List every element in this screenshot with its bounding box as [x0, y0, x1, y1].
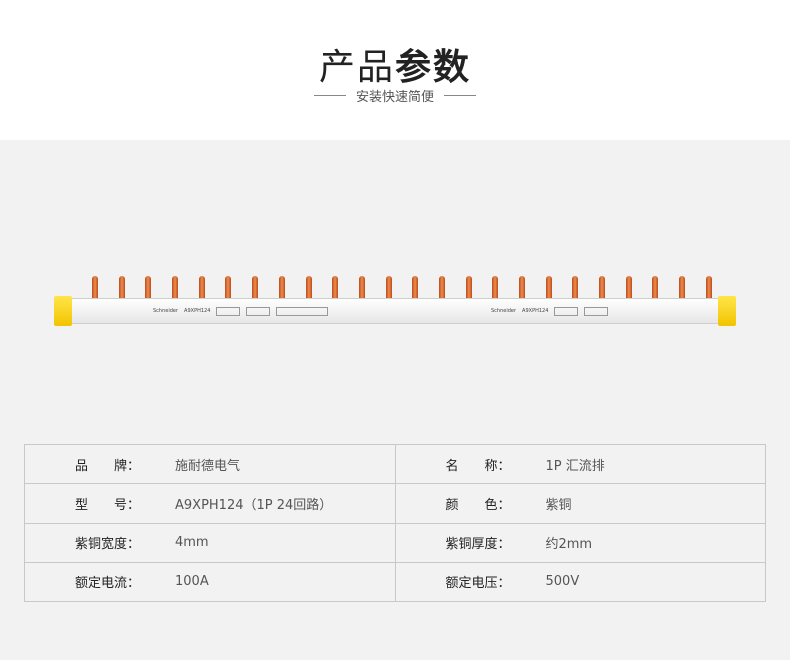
copper-pin [652, 276, 659, 300]
copper-pin [625, 276, 632, 300]
copper-pin [332, 276, 339, 300]
busbar-right-end-cap [718, 296, 736, 326]
copper-pin [545, 276, 552, 300]
busbar-print-box [246, 306, 271, 316]
copper-pin [172, 276, 179, 300]
busbar-print-group-2: Schneider A9XPH124 [491, 305, 609, 317]
busbar-insulation-bar: Schneider A9XPH124 Schneider A9XPH124 [60, 298, 730, 324]
busbar-model-print: A9XPH124 [522, 308, 549, 314]
busbar-left-end-cap [54, 296, 72, 326]
copper-pin [385, 276, 392, 300]
copper-pin [225, 276, 232, 300]
subtitle-right-rule [444, 95, 476, 96]
table-row: 型 号： A9XPH124（1P 24回路） 颜 色： 紫铜 [24, 483, 766, 524]
spec-label: 额定电流： [75, 576, 141, 592]
busbar-print-box [584, 306, 609, 316]
spec-label: 紫铜厚度： [445, 537, 511, 553]
spec-value: 紫铜 [545, 497, 572, 513]
spec-label: 品 牌： [75, 458, 141, 474]
copper-pin [705, 276, 712, 300]
copper-pin [412, 276, 419, 300]
spec-label: 型 号： [75, 497, 141, 513]
page-title: 产品参数 [0, 38, 790, 90]
copper-pin [599, 276, 606, 300]
busbar-model-print: A9XPH124 [184, 308, 211, 314]
copper-pin [145, 276, 152, 300]
busbar-barcode [276, 306, 329, 316]
page-title-bold: 参数 [395, 47, 472, 88]
table-row: 紫铜宽度： 4mm 紫铜厚度： 约2mm [24, 522, 766, 563]
spec-label: 颜 色： [445, 497, 511, 513]
copper-pin [438, 276, 445, 300]
page-title-light: 产品 [318, 47, 395, 88]
copper-pin [679, 276, 686, 300]
subtitle-left-rule [313, 95, 346, 96]
copper-pin [492, 276, 499, 300]
busbar-print-group-1: Schneider A9XPH124 [153, 305, 329, 317]
busbar-brand-print: Schneider [491, 308, 517, 314]
spec-value: 100A [175, 574, 209, 590]
copper-pin [465, 276, 472, 300]
copper-pin [358, 276, 365, 300]
spec-value: 约2mm [545, 537, 593, 553]
copper-pin [572, 276, 579, 300]
table-row: 品 牌： 施耐德电气 名 称： 1P 汇流排 [24, 443, 766, 485]
spec-label: 额定电压： [445, 576, 511, 592]
copper-pin [278, 276, 285, 300]
copper-pin [92, 276, 98, 300]
spec-value: A9XPH124（1P 24回路） [175, 497, 333, 513]
subtitle-row: 安装快速简便 [0, 86, 790, 105]
busbar-print-box [216, 306, 241, 316]
copper-pin [305, 276, 312, 300]
spec-value: 1P 汇流排 [545, 458, 605, 474]
spec-value: 500V [545, 574, 580, 590]
busbar-print-box [554, 306, 579, 316]
busbar-product-image: Schneider A9XPH124 Schneider A9XPH124 [52, 270, 738, 330]
spec-table: 品 牌： 施耐德电气 名 称： 1P 汇流排 型 号： A9XPH124（1P 24回… [24, 443, 766, 603]
copper-pin [519, 276, 525, 300]
spec-value: 施耐德电气 [175, 458, 241, 474]
copper-pin [198, 276, 205, 300]
spec-label: 紫铜宽度： [75, 537, 141, 553]
busbar-brand-print: Schneider [153, 308, 179, 314]
table-row: 额定电流： 100A 额定电压： 500V [24, 561, 766, 603]
copper-pin [252, 276, 259, 300]
copper-pin [118, 276, 125, 300]
header-section: 产品参数 安装快速简便 [0, 0, 790, 140]
spec-value: 4mm [175, 535, 209, 551]
page-subtitle: 安装快速简便 [355, 90, 434, 105]
spec-label: 名 称： [445, 458, 511, 474]
